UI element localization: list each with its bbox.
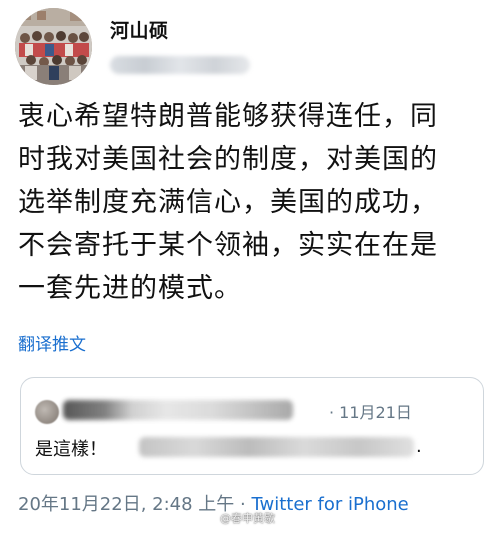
quoted-tweet-card[interactable]: · 11月21日 是這樣！ . — [20, 377, 484, 475]
tweet-text-line: 不会寄托于某个领袖，实实在在是 — [18, 230, 438, 261]
quoted-tweet-text-redacted — [139, 437, 414, 457]
tweet-timestamp[interactable]: 20年11月22日, 2:48 上午 · — [18, 494, 251, 515]
tweet-text-line: 选举制度充满信心，美国的成功， — [18, 187, 438, 218]
tweet-text-line: 衷心希望特朗普能够获得连任，同 — [18, 101, 438, 132]
group-photo-icon — [15, 8, 92, 85]
translate-tweet-link[interactable]: 翻译推文 — [18, 330, 86, 355]
quoted-user-name-redacted — [63, 400, 293, 420]
user-avatar[interactable] — [15, 8, 92, 85]
tweet-source-link[interactable]: Twitter for iPhone — [251, 494, 408, 515]
quoted-tweet-text-end: . — [416, 436, 422, 457]
tweet-text: 衷心希望特朗普能够获得连任，同 时我对美国社会的制度，对美国的 选举制度充满信心… — [18, 95, 488, 310]
tweet-text-line: 时我对美国社会的制度，对美国的 — [18, 144, 438, 175]
tweet-card: 河山硕 衷心希望特朗普能够获得连任，同 时我对美国社会的制度，对美国的 选举制度… — [0, 0, 500, 533]
tweet-metadata: 20年11月22日, 2:48 上午 · Twitter for iPhone — [18, 490, 409, 516]
tweet-text-line: 一套先进的模式。 — [18, 273, 242, 304]
display-name[interactable]: 河山硕 — [110, 16, 169, 43]
image-watermark: @春申黄歇 — [220, 512, 275, 525]
username-handle-redacted — [110, 56, 250, 74]
quoted-tweet-text: 是這樣！ — [35, 439, 107, 460]
quoted-user-avatar — [35, 400, 59, 424]
quoted-tweet-date: · 11月21日 — [329, 403, 412, 422]
